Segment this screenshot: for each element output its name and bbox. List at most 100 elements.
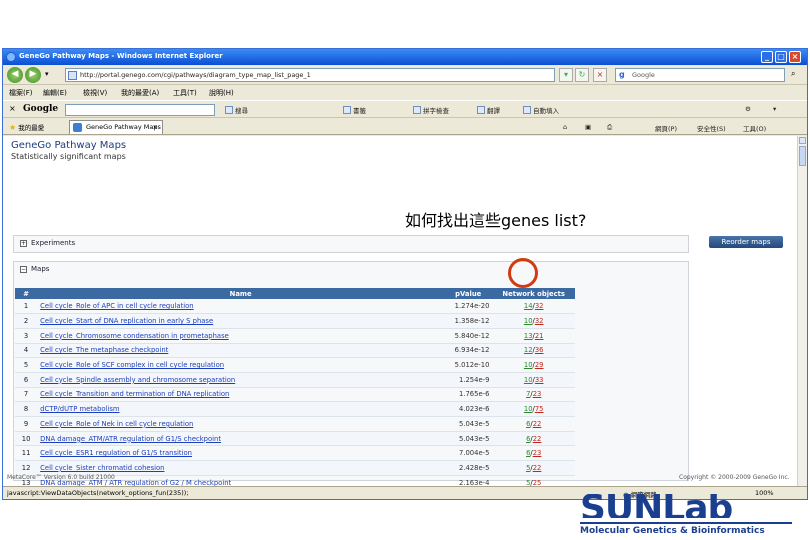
network-found-link[interactable]: 10 — [524, 361, 533, 369]
map-name-link[interactable]: DNA damage_ATM/ATR regulation of G1/S ch… — [37, 431, 445, 447]
maximize-button[interactable]: □ — [775, 51, 787, 63]
collapse-icon[interactable]: − — [20, 266, 27, 273]
tab-genego[interactable]: GeneGo Pathway Maps × — [69, 120, 163, 134]
history-dropdown-icon[interactable]: ▾ — [45, 70, 49, 78]
row-network-objects: 13/21 — [492, 328, 575, 344]
network-found-link[interactable]: 12 — [524, 346, 533, 354]
map-name-link[interactable]: Cell cycle_Role of APC in cell cycle reg… — [37, 299, 445, 315]
refresh-icon[interactable]: ↻ — [575, 68, 589, 82]
toolbar-search[interactable]: 搜尋 — [225, 105, 248, 115]
map-name-link[interactable]: dCTP/dUTP metabolism — [37, 401, 445, 417]
toolbar-translate[interactable]: 翻譯 — [477, 105, 500, 115]
toolbar-autofill-label: 自動填入 — [533, 107, 559, 115]
map-name-link[interactable]: Cell cycle_The metaphase checkpoint — [37, 343, 445, 359]
network-total-link[interactable]: 23 — [533, 390, 542, 398]
map-name-link[interactable]: Cell cycle_Start of DNA replication in e… — [37, 313, 445, 329]
row-pvalue: 4.023e-6 — [444, 401, 493, 417]
tabs-bar: ★ 我的最愛 GeneGo Pathway Maps × ⌂ ▣ ⎙ 網頁(P)… — [3, 119, 807, 135]
col-pvalue[interactable]: pValue — [444, 288, 493, 299]
scrollbar[interactable] — [797, 136, 807, 486]
map-name-link[interactable]: Cell cycle_Role of Nek in cell cycle reg… — [37, 416, 445, 432]
tab-title: GeneGo Pathway Maps — [86, 123, 161, 131]
table-row: 6 Cell cycle_Spindle assembly and chromos… — [15, 372, 575, 388]
reorder-maps-button[interactable]: Reorder maps — [709, 236, 783, 248]
network-found-link[interactable]: 10 — [524, 376, 533, 384]
network-total-link[interactable]: 21 — [535, 332, 544, 340]
toolbar-spellcheck-label: 拼字檢查 — [423, 107, 449, 115]
network-found-link[interactable]: 10 — [524, 405, 533, 413]
table-row: 11 Cell cycle_ESR1 regulation of G1/S tra… — [15, 445, 575, 462]
col-name[interactable]: Name — [37, 288, 445, 299]
autofill-icon — [523, 106, 531, 114]
network-found-link[interactable]: 6 — [526, 435, 530, 443]
map-name-link[interactable]: Cell cycle_Role of SCF complex in cell c… — [37, 357, 445, 373]
network-total-link[interactable]: 23 — [533, 449, 542, 457]
network-total-link[interactable]: 32 — [535, 302, 544, 310]
scroll-thumb[interactable] — [799, 146, 806, 166]
menu-favorites[interactable]: 我的最愛(A) — [121, 88, 159, 98]
network-total-link[interactable]: 22 — [533, 420, 542, 428]
logo-subtitle: Molecular Genetics & Bioinformatics — [580, 522, 792, 536]
network-found-link[interactable]: 7 — [526, 390, 530, 398]
wrench-icon[interactable]: ⚙ — [745, 105, 751, 113]
col-network-objects[interactable]: Network objects — [492, 288, 575, 299]
scroll-up-icon[interactable] — [799, 137, 806, 144]
menu-help[interactable]: 說明(H) — [209, 88, 234, 98]
menu-safety[interactable]: 安全性(S) — [697, 123, 726, 133]
favorites-button[interactable]: ★ 我的最愛 — [9, 122, 44, 132]
menu-file[interactable]: 檔案(F) — [9, 88, 33, 98]
network-total-link[interactable]: 36 — [535, 346, 544, 354]
menu-tools-cmd[interactable]: 工具(O) — [743, 123, 766, 133]
row-network-objects: 10/33 — [492, 372, 575, 388]
toolbar-spellcheck[interactable]: 拼字檢查 — [413, 105, 449, 115]
network-total-link[interactable]: 22 — [533, 435, 542, 443]
toolbar-autofill[interactable]: 自動填入 — [523, 105, 559, 115]
expand-icon[interactable]: + — [20, 240, 27, 247]
go-icon[interactable]: ▾ — [559, 68, 573, 82]
google-toolbar-input[interactable] — [65, 104, 215, 116]
stop-icon[interactable]: × — [593, 68, 607, 82]
network-total-link[interactable]: 32 — [535, 317, 544, 325]
network-found-link[interactable]: 6 — [526, 420, 530, 428]
ie-icon — [6, 52, 16, 62]
map-name-link[interactable]: Cell cycle_Chromosome condensation in pr… — [37, 328, 445, 344]
experiments-section[interactable]: + Experiments — [13, 235, 689, 253]
menu-tools[interactable]: 工具(T) — [173, 88, 197, 98]
network-total-link[interactable]: 25 — [533, 479, 542, 486]
settings-icon[interactable]: ▾ — [773, 105, 776, 113]
minimize-button[interactable]: _ — [761, 51, 773, 63]
map-name-link[interactable]: Cell cycle_ESR1 regulation of G1/S trans… — [37, 445, 445, 462]
back-icon[interactable]: ◀ — [7, 67, 23, 83]
tab-close-icon[interactable]: × — [153, 123, 158, 131]
network-found-link[interactable]: 14 — [524, 302, 533, 310]
network-found-link[interactable]: 10 — [524, 317, 533, 325]
network-total-link[interactable]: 29 — [535, 361, 544, 369]
network-found-link[interactable]: 5 — [526, 479, 530, 486]
network-total-link[interactable]: 33 — [535, 376, 544, 384]
search-icon[interactable]: ⌕ — [791, 69, 795, 79]
col-number[interactable]: # — [15, 288, 38, 299]
feeds-icon[interactable]: ▣ — [585, 123, 591, 131]
network-total-link[interactable]: 75 — [535, 405, 544, 413]
google-toolbar: × Google 搜尋 書籤 拼字檢查 翻譯 自動填入 ⚙ ▾ — [3, 100, 807, 118]
network-found-link[interactable]: 13 — [524, 332, 533, 340]
close-toolbar-icon[interactable]: × — [9, 104, 16, 113]
home-icon[interactable]: ⌂ — [563, 123, 567, 131]
menu-page[interactable]: 網頁(P) — [655, 123, 677, 133]
forward-icon[interactable]: ▶ — [25, 67, 41, 83]
menu-view[interactable]: 檢視(V) — [83, 88, 107, 98]
network-total-link[interactable]: 22 — [533, 464, 542, 472]
maps-label: Maps — [31, 265, 50, 273]
toolbar-bookmarks[interactable]: 書籤 — [343, 105, 366, 115]
map-name-link[interactable]: Cell cycle_Spindle assembly and chromoso… — [37, 372, 445, 388]
zoom-level[interactable]: 100% — [755, 489, 774, 497]
map-name-link[interactable]: Cell cycle_Transition and termination of… — [37, 387, 445, 403]
network-found-link[interactable]: 6 — [526, 449, 530, 457]
menu-edit[interactable]: 編輯(E) — [43, 88, 67, 98]
url-input[interactable]: http://portal.genego.com/cgi/pathways/di… — [65, 68, 555, 82]
close-button[interactable]: × — [789, 51, 801, 63]
network-found-link[interactable]: 5 — [526, 464, 530, 472]
print-icon[interactable]: ⎙ — [607, 123, 612, 132]
favorites-label: 我的最愛 — [18, 124, 45, 132]
search-input[interactable]: g Google — [615, 68, 785, 82]
